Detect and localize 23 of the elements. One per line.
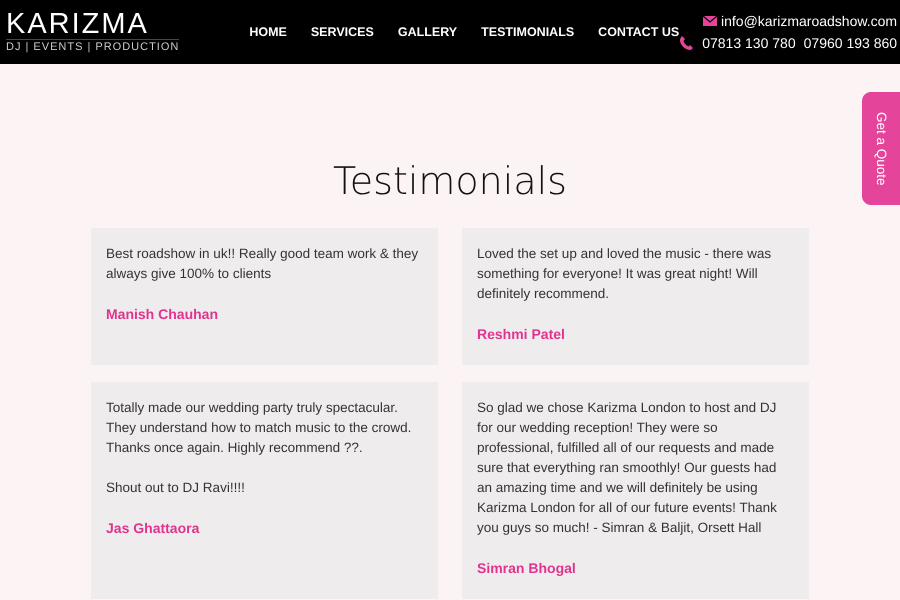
- author-name: Manish Chauhan: [106, 305, 220, 324]
- mail-icon: [703, 16, 717, 26]
- testimonial-text: Loved the set up and loved the music - there was something for everyone! It was great night! Will definitely recommend.: [477, 245, 772, 303]
- author-name: Reshmi Patel: [477, 325, 566, 344]
- page-title: Testimonials: [333, 162, 567, 200]
- logo[interactable]: KARIZMA: [6, 10, 180, 40]
- phone-icon: [679, 35, 694, 51]
- testimonial-text: So glad we chose Karizma London to host and DJ for our wedding reception! They were so professional, fulfilled all of our requests and made sure that everything ran smoothly! Our guests had an amazing time and we will definitely be using Karizma London for all of our future events! Thank you guys so much! - Simran & Baljit, Orsett Hall: [477, 399, 778, 537]
- nav-link[interactable]: GALLERY: [398, 22, 458, 42]
- nav-link[interactable]: HOME: [249, 22, 287, 42]
- testimonial-text: Totally made our wedding party truly spectacular. They understand how to match music to the crowd. Thanks once again. Highly recommend ??.: [106, 399, 412, 457]
- get-quote-tab[interactable]: Get a Quote: [862, 92, 900, 205]
- phone-number[interactable]: 07960 193 860: [804, 32, 898, 54]
- nav-link[interactable]: CONTACT US: [598, 22, 680, 42]
- nav-link[interactable]: TESTIMONIALS: [481, 22, 574, 42]
- phone-number[interactable]: 07813 130 780: [702, 32, 796, 54]
- author-name: Jas Ghattaora: [106, 519, 200, 538]
- testimonial-text: Shout out to DJ Ravi!!!!: [106, 479, 246, 497]
- author-name: Simran Bhogal: [477, 559, 577, 578]
- testimonial-text: Best roadshow in uk!! Really good team work & they always give 100% to clients: [106, 245, 420, 283]
- nav-link[interactable]: SERVICES: [310, 22, 374, 42]
- email-link[interactable]: info@karizmaroadshow.com: [721, 10, 898, 32]
- logo-tagline: DJ | EVENTS | PRODUCTION: [6, 39, 180, 54]
